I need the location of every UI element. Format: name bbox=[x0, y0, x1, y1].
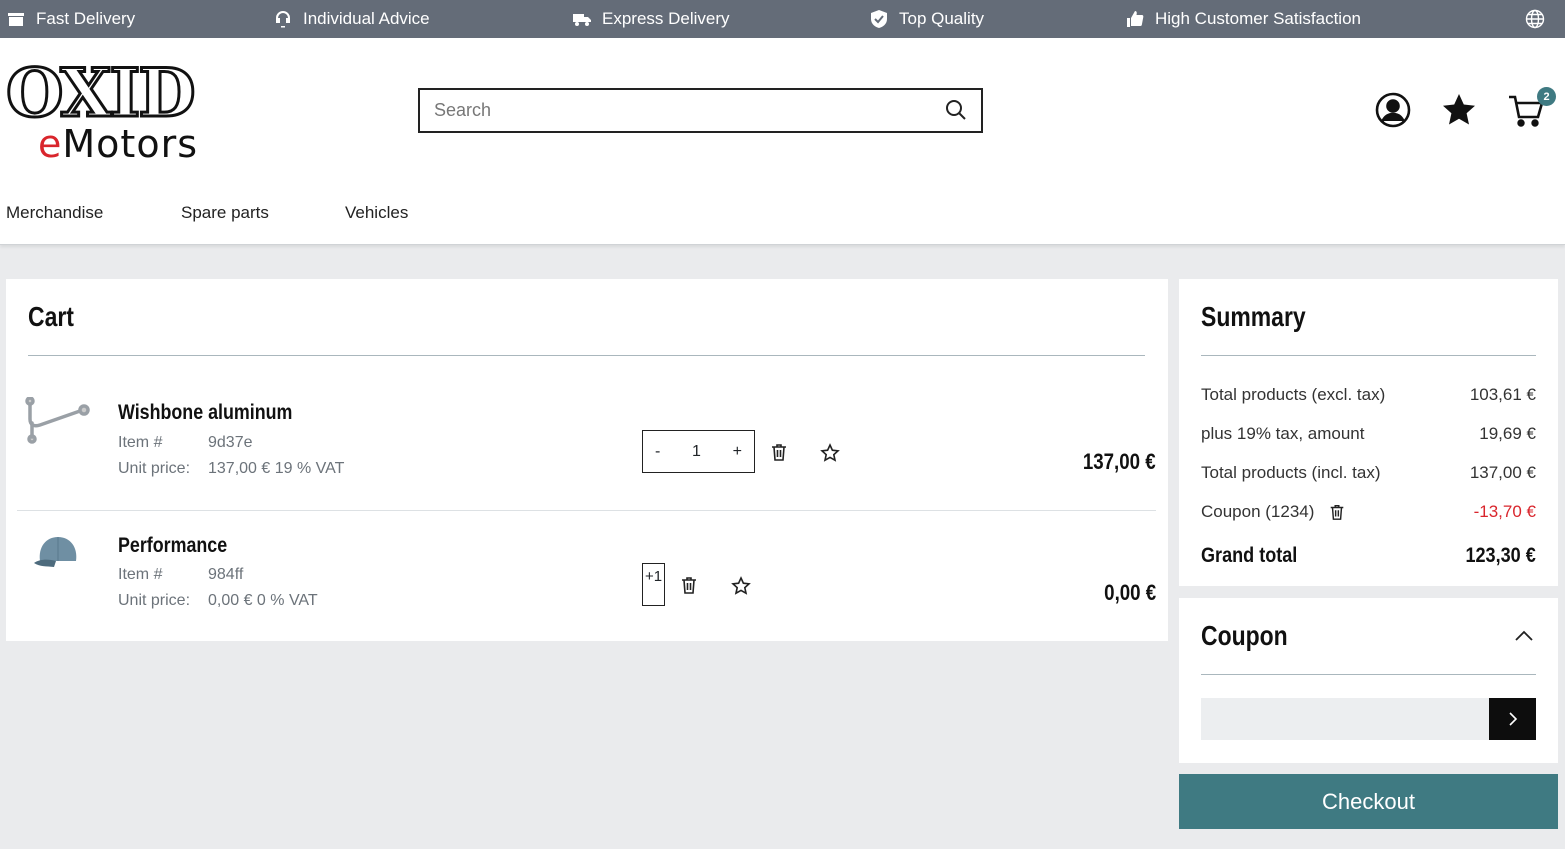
item-name[interactable]: Performance bbox=[118, 534, 227, 558]
unit-price-label: Unit price: bbox=[118, 592, 191, 609]
coupon-input[interactable] bbox=[1201, 698, 1489, 740]
logo[interactable]: OXID eMotors bbox=[5, 53, 236, 168]
nav-spare-parts[interactable]: Spare parts bbox=[181, 203, 269, 223]
cart-panel: Cart Wishbone aluminum Item # 9d37e Unit… bbox=[6, 279, 1168, 641]
wishlist-star-icon[interactable] bbox=[1440, 91, 1478, 129]
add-one-button[interactable]: +1 bbox=[642, 563, 665, 606]
search-box bbox=[418, 88, 983, 133]
headset-icon bbox=[276, 11, 290, 28]
checkout-button[interactable]: Checkout bbox=[1179, 774, 1558, 829]
coupon-panel: Coupon bbox=[1179, 598, 1558, 763]
usp-fast-delivery: Fast Delivery bbox=[6, 0, 135, 38]
product-image-cap[interactable] bbox=[32, 533, 82, 573]
product-image-wishbone[interactable] bbox=[24, 397, 90, 447]
globe-icon[interactable] bbox=[1525, 9, 1545, 29]
summary-row-net: Total products (excl. tax) 103,61 € bbox=[1201, 385, 1536, 404]
item-total: 137,00 € bbox=[1083, 449, 1156, 474]
coupon-submit-button[interactable] bbox=[1489, 698, 1536, 740]
cart-count-badge: 2 bbox=[1537, 87, 1556, 106]
shield-check-icon bbox=[871, 10, 887, 28]
quantity-value[interactable]: 1 bbox=[692, 443, 701, 461]
search-input[interactable] bbox=[420, 90, 981, 131]
unit-price-label: Unit price: bbox=[118, 460, 191, 477]
wishlist-add-star-icon[interactable] bbox=[731, 576, 751, 596]
unit-price: 137,00 € 19 % VAT bbox=[208, 460, 345, 477]
usp-customer-satisfaction: High Customer Satisfaction bbox=[1125, 0, 1361, 38]
increase-button[interactable]: + bbox=[733, 443, 742, 461]
summary-title: Summary bbox=[1201, 301, 1306, 332]
nav-merchandise[interactable]: Merchandise bbox=[6, 203, 103, 223]
trash-icon[interactable] bbox=[769, 442, 789, 462]
nav-vehicles[interactable]: Vehicles bbox=[345, 203, 408, 223]
service-bar: Fast Delivery Individual Advice Express … bbox=[0, 0, 1565, 38]
wishlist-add-star-icon[interactable] bbox=[820, 443, 840, 463]
item-number: 984ff bbox=[208, 566, 244, 583]
item-number: 9d37e bbox=[208, 434, 253, 451]
item-number-label: Item # bbox=[118, 566, 163, 583]
trash-icon[interactable] bbox=[1328, 503, 1346, 521]
summary-row-coupon: Coupon (1234) -13,70 € bbox=[1201, 502, 1536, 521]
coupon-title[interactable]: Coupon bbox=[1201, 620, 1288, 652]
cart-title: Cart bbox=[28, 301, 74, 332]
usp-top-quality: Top Quality bbox=[869, 0, 984, 38]
item-number-label: Item # bbox=[118, 434, 163, 451]
divider bbox=[17, 510, 1156, 511]
item-name[interactable]: Wishbone aluminum bbox=[118, 401, 292, 425]
unit-price: 0,00 € 0 % VAT bbox=[208, 592, 318, 609]
account-icon[interactable] bbox=[1374, 91, 1412, 129]
grand-total-row: Grand total 123,30 € bbox=[1201, 544, 1536, 567]
chevron-right-icon bbox=[1508, 712, 1517, 726]
quantity-stepper: - 1 + bbox=[642, 430, 755, 473]
truck-icon bbox=[573, 14, 591, 26]
site-header: OXID eMotors 2 Merchandise Spare parts V… bbox=[0, 38, 1565, 245]
trash-icon[interactable] bbox=[679, 575, 699, 595]
divider bbox=[1201, 674, 1536, 675]
divider bbox=[28, 355, 1145, 356]
usp-individual-advice: Individual Advice bbox=[273, 0, 430, 38]
summary-row-gross: Total products (incl. tax) 137,00 € bbox=[1201, 463, 1536, 482]
usp-express-delivery: Express Delivery bbox=[572, 0, 730, 38]
summary-panel: Summary Total products (excl. tax) 103,6… bbox=[1179, 279, 1558, 586]
summary-row-tax: plus 19% tax, amount 19,69 € bbox=[1201, 424, 1536, 443]
thumbs-up-icon bbox=[1127, 11, 1144, 27]
search-icon[interactable] bbox=[945, 99, 967, 121]
divider bbox=[1201, 355, 1536, 356]
decrease-button[interactable]: - bbox=[655, 443, 660, 461]
chevron-up-icon[interactable] bbox=[1514, 629, 1534, 643]
box-icon bbox=[8, 13, 24, 26]
item-total: 0,00 € bbox=[1104, 580, 1156, 605]
